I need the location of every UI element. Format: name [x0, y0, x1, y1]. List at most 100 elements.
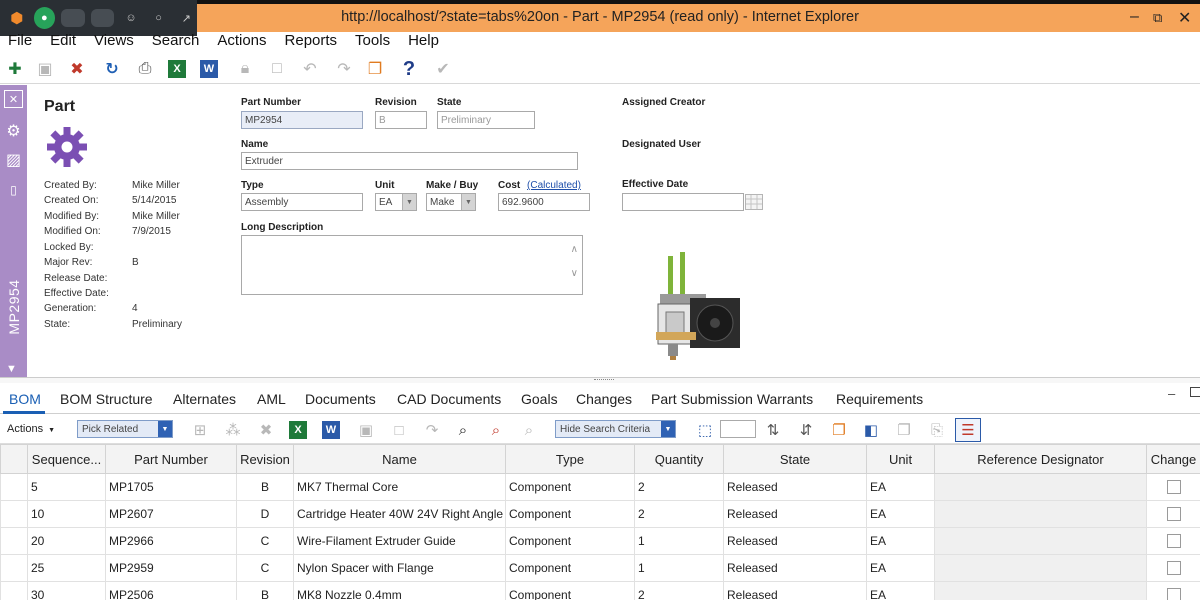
grid-unlock-icon[interactable]: □ — [388, 419, 410, 441]
pick-related-select[interactable]: Pick Related ▼ — [77, 420, 173, 438]
column-header[interactable]: Unit — [866, 444, 935, 474]
done-icon[interactable]: ✔ — [432, 58, 454, 80]
copy-icon[interactable]: ❐ — [893, 419, 915, 441]
column-header[interactable]: Quantity — [634, 444, 724, 474]
scroll-up-icon[interactable]: ∧ — [571, 244, 578, 255]
table-row[interactable]: 25 MP2959 C Nylon Spacer with Flange Com… — [0, 554, 1200, 582]
table-row[interactable]: 5 MP1705 B MK7 Thermal Core Component 2 … — [0, 473, 1200, 501]
tab-alternates[interactable]: Alternates — [173, 391, 236, 407]
menu-tools[interactable]: Tools — [346, 32, 399, 54]
cube-icon[interactable]: ▨ — [2, 149, 25, 171]
clear-search-icon[interactable]: ⌕ — [485, 419, 507, 441]
cost-field[interactable]: 692.9600 — [498, 193, 590, 211]
table-row[interactable]: 10 MP2607 D Cartridge Heater 40W 24V Rig… — [0, 500, 1200, 528]
tab-bom[interactable]: BOM — [9, 391, 41, 407]
menu-edit[interactable]: Edit — [41, 32, 85, 54]
menu-reports[interactable]: Reports — [276, 32, 347, 54]
state-field[interactable]: Preliminary — [437, 111, 535, 129]
save-icon[interactable]: ▣ — [34, 58, 56, 80]
sort-ascending-icon[interactable]: ⇅ — [762, 419, 784, 441]
minimize-pane-icon[interactable]: – — [1168, 386, 1175, 401]
row-selector[interactable] — [0, 473, 28, 501]
grid-word-icon[interactable]: W — [322, 421, 340, 439]
tab-cad-documents[interactable]: CAD Documents — [397, 391, 501, 407]
tab-documents[interactable]: Documents — [305, 391, 376, 407]
table-row[interactable]: 30 MP2506 B MK8 Nozzle 0.4mm Component 2… — [0, 581, 1200, 600]
revision-field[interactable]: B — [375, 111, 427, 129]
grid-excel-icon[interactable]: X — [289, 421, 307, 439]
unit-select[interactable]: EA ▼ — [375, 193, 417, 211]
make-buy-select[interactable]: Make ▼ — [426, 193, 476, 211]
tab-part-submission-warrants[interactable]: Part Submission Warrants — [651, 391, 813, 407]
pane-splitter[interactable] — [0, 377, 1200, 383]
minimize-icon[interactable]: – — [1130, 8, 1139, 26]
collapse-icon[interactable]: ✕ — [4, 90, 23, 108]
column-header[interactable]: Name — [293, 444, 506, 474]
cost-calculated-link[interactable]: (Calculated) — [527, 180, 581, 191]
change-checkbox[interactable] — [1166, 561, 1181, 576]
paste-icon[interactable]: ⎘ — [926, 419, 948, 441]
unlock-icon[interactable]: □ — [266, 58, 288, 80]
print-icon[interactable]: ⎙ — [134, 58, 156, 80]
delete-icon[interactable]: ✖ — [66, 58, 88, 80]
properties-gear-icon[interactable]: ⚙ — [2, 120, 25, 142]
sidebar-page-icon[interactable]: ▯ — [2, 179, 25, 201]
search-icon[interactable]: ⌕ — [452, 419, 474, 441]
name-field[interactable]: Extruder — [241, 152, 578, 170]
part-number-field[interactable]: MP2954 — [241, 111, 363, 129]
column-header[interactable] — [0, 444, 28, 474]
promote-icon[interactable]: ↷ — [333, 58, 355, 80]
tab-changes[interactable]: Changes — [576, 391, 632, 407]
grid-promote-icon[interactable]: ↷ — [421, 419, 443, 441]
word-icon[interactable]: W — [200, 60, 218, 78]
calendar-icon[interactable] — [745, 194, 763, 210]
lock-icon[interactable]: 🔒︎ — [234, 58, 256, 80]
tab-goals[interactable]: Goals — [521, 391, 558, 407]
tab-bom-structure[interactable]: BOM Structure — [60, 391, 153, 407]
tab-aml[interactable]: AML — [257, 391, 286, 407]
new-version-icon[interactable]: ❐ — [364, 58, 386, 80]
scroll-down-icon[interactable]: ∨ — [571, 268, 578, 279]
table-row[interactable]: 20 MP2966 C Wire-Filament Extruder Guide… — [0, 527, 1200, 555]
split-view-icon[interactable]: ◧ — [860, 419, 882, 441]
remove-row-icon[interactable]: ✖ — [255, 419, 277, 441]
column-header[interactable]: Revision — [236, 444, 294, 474]
change-checkbox[interactable] — [1166, 534, 1181, 549]
tab-requirements[interactable]: Requirements — [836, 391, 923, 407]
change-checkbox[interactable] — [1166, 588, 1181, 600]
notes-icon[interactable]: ☰ — [955, 418, 981, 442]
make-buy-dropdown-icon[interactable]: ▼ — [461, 194, 475, 210]
row-selector[interactable] — [0, 581, 28, 600]
search-mode-select[interactable]: Hide Search Criteria ▼ — [555, 420, 676, 438]
long-description-field[interactable]: ∧ ∨ — [241, 235, 583, 295]
menu-search[interactable]: Search — [143, 32, 209, 54]
menu-file[interactable]: File — [0, 32, 41, 54]
refresh-icon[interactable]: ↻ — [101, 58, 123, 80]
chevron-down-icon[interactable]: ▼ — [6, 363, 17, 375]
row-selector[interactable] — [0, 554, 28, 582]
column-header[interactable]: State — [723, 444, 867, 474]
menu-actions[interactable]: Actions — [208, 32, 275, 54]
type-field[interactable]: Assembly — [241, 193, 363, 211]
pick-related-dropdown-icon[interactable]: ▼ — [158, 421, 172, 437]
splitter-grip[interactable] — [594, 379, 614, 381]
unit-dropdown-icon[interactable]: ▼ — [402, 194, 416, 210]
excel-icon[interactable]: X — [168, 60, 186, 78]
row-selector[interactable] — [0, 527, 28, 555]
help-icon[interactable]: ? — [398, 58, 420, 80]
column-header[interactable]: Change — [1146, 444, 1200, 474]
sort-descending-icon[interactable]: ⇵ — [795, 419, 817, 441]
change-checkbox[interactable] — [1166, 507, 1181, 522]
search-mode-dropdown-icon[interactable]: ▼ — [661, 421, 675, 437]
menu-help[interactable]: Help — [399, 32, 448, 54]
search-saved-icon[interactable]: ⌕ — [518, 419, 540, 441]
undo-icon[interactable]: ↶ — [299, 58, 321, 80]
page-size-field[interactable] — [720, 420, 756, 438]
select-all-icon[interactable]: ⬚ — [694, 419, 716, 441]
change-checkbox[interactable] — [1166, 480, 1181, 495]
column-header[interactable]: Part Number — [105, 444, 237, 474]
new-item-icon[interactable]: ✚ — [4, 58, 26, 80]
effective-date-field[interactable] — [622, 193, 744, 211]
grid-lock-icon[interactable]: ▣ — [355, 419, 377, 441]
column-header[interactable]: Sequence... — [27, 444, 106, 474]
